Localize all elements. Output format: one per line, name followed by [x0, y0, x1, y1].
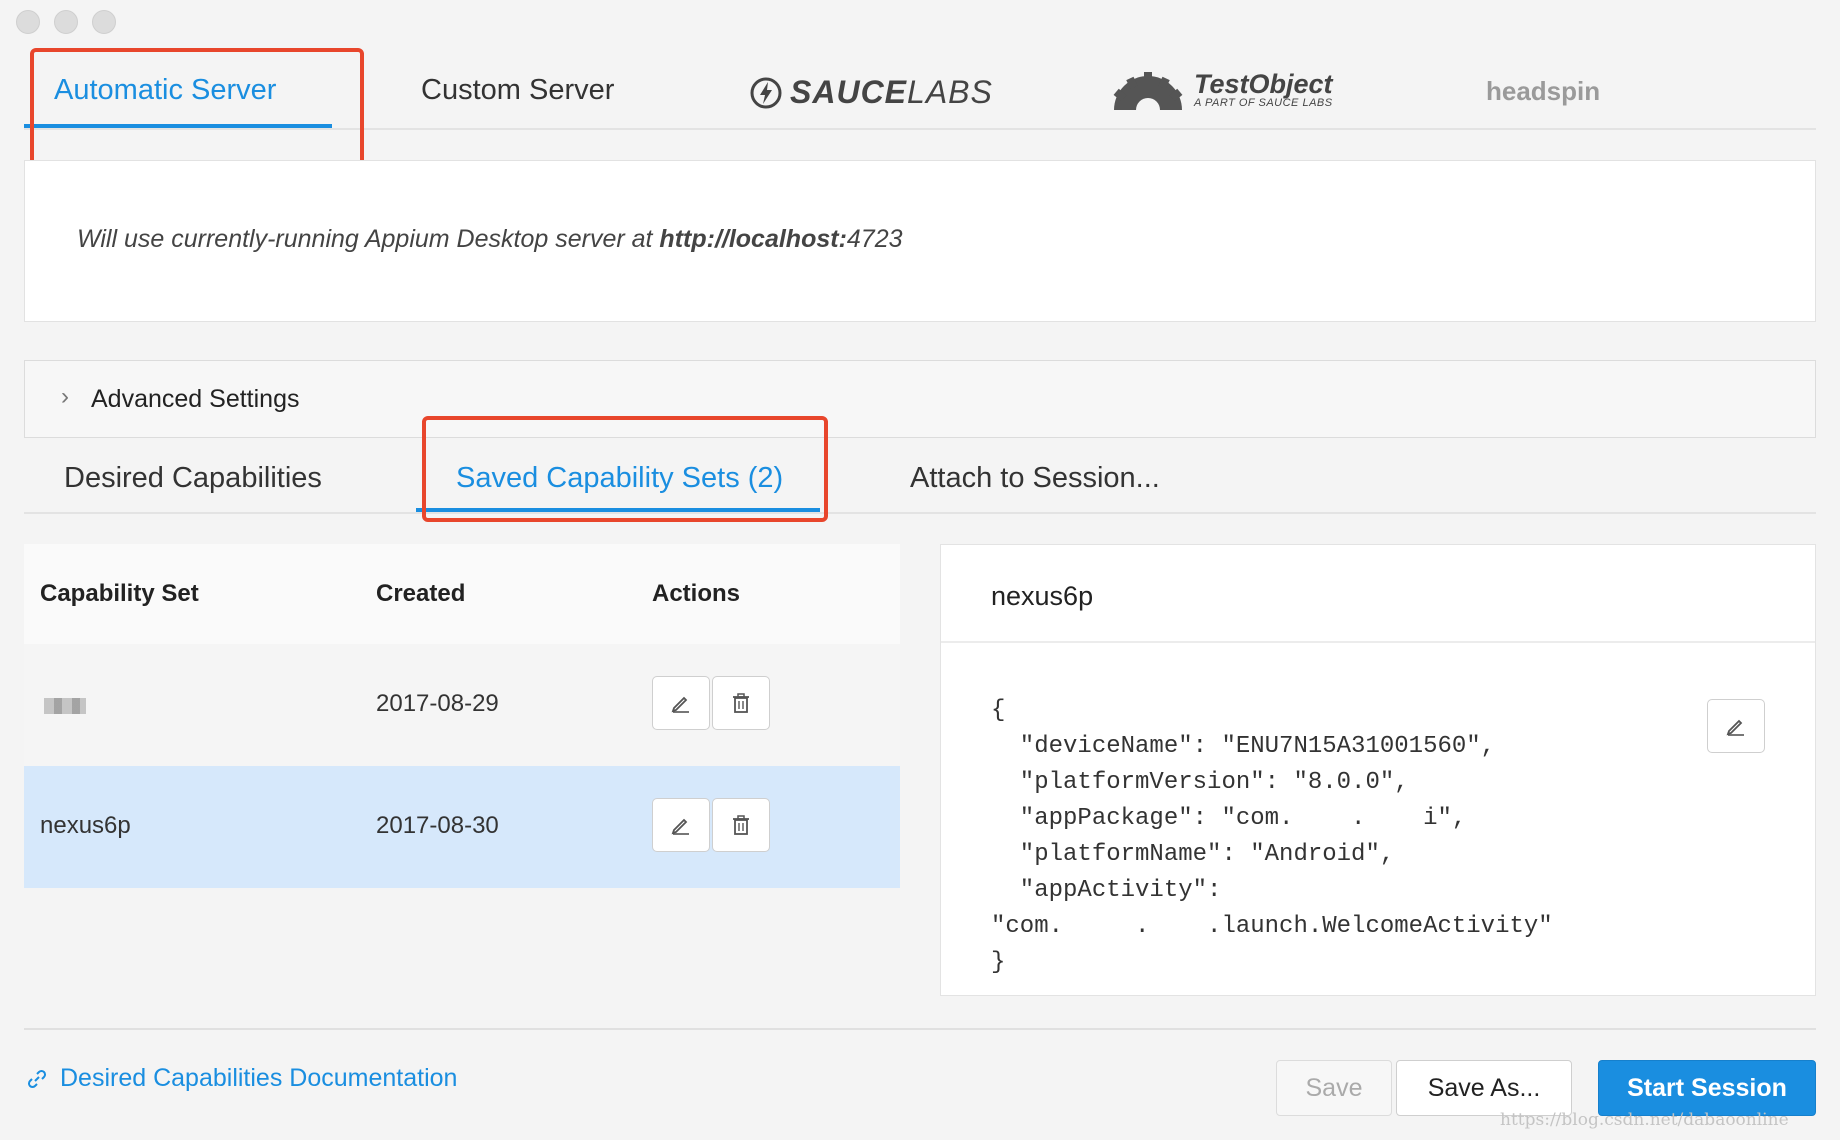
tab-attach-to-session[interactable]: Attach to Session... — [910, 462, 1160, 495]
cell-capability-set: nexus6p — [40, 812, 131, 839]
server-info-panel: Will use currently-running Appium Deskto… — [24, 160, 1816, 322]
save-as-button[interactable]: Save As... — [1396, 1060, 1572, 1116]
start-session-button[interactable]: Start Session — [1598, 1060, 1816, 1116]
doc-link-label: Desired Capabilities Documentation — [60, 1064, 458, 1092]
advanced-settings-label: Advanced Settings — [91, 385, 300, 413]
chevron-right-icon: › — [61, 383, 69, 410]
testobject-logo-text: TestObject A PART OF SAUCE LABS — [1194, 69, 1333, 110]
column-header-created: Created — [376, 580, 466, 607]
active-tab-underline — [24, 124, 332, 128]
desired-capabilities-doc-link[interactable]: Desired Capabilities Documentation — [26, 1064, 457, 1093]
trash-icon — [733, 693, 749, 713]
tab-saucelabs[interactable]: SAUCELABS — [750, 74, 993, 111]
column-header-capability-set: Capability Set — [40, 580, 199, 607]
testobject-subtitle: A PART OF SAUCE LABS — [1194, 97, 1333, 109]
tab-testobject[interactable]: TestObject A PART OF SAUCE LABS — [1110, 68, 1333, 112]
capabilities-json: { "deviceName": "ENU7N15A31001560", "pla… — [991, 697, 1553, 976]
saucelabs-bolt-icon — [750, 77, 782, 108]
cell-created: 2017-08-30 — [376, 812, 499, 839]
close-window-button[interactable] — [16, 10, 40, 34]
divider — [941, 641, 1815, 643]
testobject-title: TestObject — [1194, 69, 1333, 99]
edit-capabilities-button[interactable] — [1707, 699, 1765, 753]
edit-button[interactable] — [652, 676, 710, 730]
cell-created: 2017-08-29 — [376, 690, 499, 717]
edit-button[interactable] — [652, 798, 710, 852]
tab-automatic-server[interactable]: Automatic Server — [54, 74, 276, 107]
detail-title: nexus6p — [991, 581, 1094, 611]
tab-saved-capability-sets[interactable]: Saved Capability Sets (2) — [456, 462, 783, 495]
pencil-icon — [671, 696, 689, 713]
footer-divider — [24, 1028, 1816, 1030]
zoom-window-button[interactable] — [92, 10, 116, 34]
tab-desired-capabilities[interactable]: Desired Capabilities — [64, 462, 322, 495]
table-row[interactable]: 2017-08-29 — [24, 644, 900, 766]
window-controls — [16, 10, 116, 34]
tab-custom-server[interactable]: Custom Server — [421, 74, 614, 107]
tab-headspin[interactable]: headspin — [1486, 76, 1600, 107]
saucelabs-logo-text: SAUCELABS — [790, 74, 993, 110]
delete-button[interactable] — [712, 676, 770, 730]
gear-icon — [1113, 72, 1183, 112]
column-header-actions: Actions — [652, 580, 741, 607]
server-tabs: Automatic Server Custom Server SAUCELABS… — [24, 40, 1816, 130]
link-icon — [27, 1069, 47, 1088]
active-tab-underline — [416, 508, 820, 512]
minimize-window-button[interactable] — [54, 10, 78, 34]
pencil-icon — [671, 818, 689, 835]
advanced-settings-toggle[interactable]: › Advanced Settings — [24, 360, 1816, 438]
capability-set-detail: nexus6p { "deviceName": "ENU7N15A3100156… — [940, 544, 1816, 996]
table-row-selected[interactable]: nexus6p 2017-08-30 — [24, 766, 900, 888]
server-info-text: Will use currently-running Appium Deskto… — [77, 225, 903, 253]
save-button[interactable]: Save — [1276, 1060, 1392, 1116]
capability-sets-table: Capability Set Created Actions 2017-08-2… — [24, 544, 900, 888]
redacted-set-name — [44, 698, 86, 714]
watermark: https://blog.csdn.net/dabaoonline — [1500, 1110, 1789, 1130]
pencil-icon — [1726, 719, 1744, 736]
delete-button[interactable] — [712, 798, 770, 852]
trash-icon — [733, 815, 749, 835]
capability-tabs: Desired Capabilities Saved Capability Se… — [24, 440, 1816, 514]
table-header: Capability Set Created Actions — [24, 544, 900, 644]
